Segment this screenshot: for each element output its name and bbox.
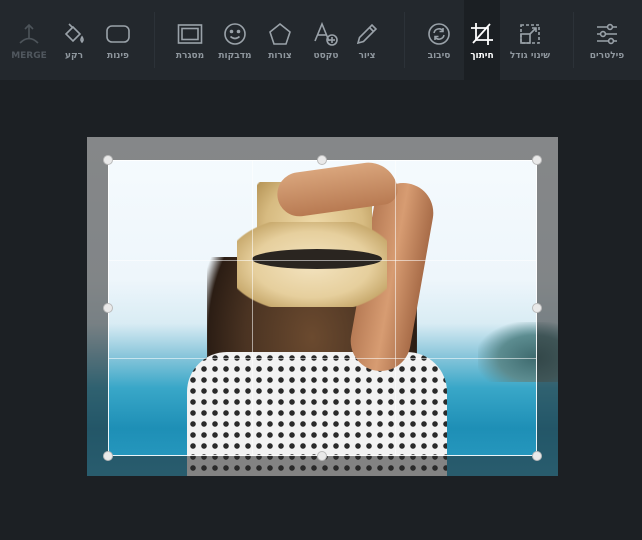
crop-mask-left bbox=[87, 160, 108, 476]
crop-handle-left[interactable] bbox=[103, 303, 113, 313]
tool-stickers-label: מדבקות bbox=[218, 51, 252, 61]
crop-handle-bottom-left[interactable] bbox=[103, 451, 113, 461]
tool-filters[interactable]: פילטרים bbox=[580, 0, 634, 80]
toolbar-divider bbox=[154, 12, 155, 68]
tool-resize-label: שינוי גודל bbox=[509, 51, 551, 61]
crop-handle-top-left[interactable] bbox=[103, 155, 113, 165]
frame-icon bbox=[176, 20, 204, 48]
toolbar-divider bbox=[404, 12, 405, 68]
rounded-corners-icon bbox=[104, 20, 132, 48]
toolbar-divider bbox=[573, 12, 574, 68]
tool-draw[interactable]: ציור bbox=[348, 0, 386, 80]
tool-text[interactable]: טקסט bbox=[306, 0, 346, 80]
tool-frames-label: מסגרת bbox=[175, 51, 205, 61]
tool-text-label: טקסט bbox=[313, 51, 339, 61]
tool-shapes[interactable]: צורות bbox=[262, 0, 298, 80]
grid-line bbox=[395, 161, 396, 455]
grid-line bbox=[252, 161, 253, 455]
crop-handle-right[interactable] bbox=[532, 303, 542, 313]
crop-handle-bottom-right[interactable] bbox=[532, 451, 542, 461]
grid-line bbox=[109, 260, 536, 261]
tool-shapes-label: צורות bbox=[268, 51, 292, 61]
crop-mask-right bbox=[537, 160, 558, 476]
crop-handle-bottom[interactable] bbox=[317, 451, 327, 461]
tool-filters-label: פילטרים bbox=[589, 51, 625, 61]
grid-line bbox=[109, 358, 536, 359]
tool-merge-label: MERGE bbox=[11, 51, 47, 61]
tool-merge[interactable]: MERGE bbox=[8, 0, 50, 80]
crop-handle-top-right[interactable] bbox=[532, 155, 542, 165]
tool-resize[interactable]: שינוי גודל bbox=[500, 0, 560, 80]
tool-rotate-label: סיבוב bbox=[427, 51, 451, 61]
tool-draw-label: ציור bbox=[358, 51, 376, 61]
tool-frames[interactable]: מסגרת bbox=[170, 0, 210, 80]
paint-bucket-icon bbox=[60, 20, 88, 48]
tool-crop-label: חיתוך bbox=[470, 51, 494, 61]
tool-stickers[interactable]: מדבקות bbox=[214, 0, 256, 80]
smiley-icon bbox=[221, 20, 249, 48]
merge-icon bbox=[15, 20, 43, 48]
crop-icon bbox=[468, 20, 496, 48]
sliders-icon bbox=[593, 20, 621, 48]
crop-box[interactable] bbox=[108, 160, 537, 456]
tool-corners[interactable]: פינות bbox=[100, 0, 136, 80]
tool-rotate[interactable]: סיבוב bbox=[418, 0, 460, 80]
pencil-icon bbox=[353, 20, 381, 48]
add-text-icon bbox=[312, 20, 340, 48]
rotate-icon bbox=[425, 20, 453, 48]
toolbar: פילטרים שינוי גודל חיתוך סיבוב ציור טקסט… bbox=[0, 0, 642, 80]
resize-icon bbox=[516, 20, 544, 48]
tool-corners-label: פינות bbox=[107, 51, 129, 61]
crop-handle-top[interactable] bbox=[317, 155, 327, 165]
tool-background[interactable]: רקע bbox=[56, 0, 92, 80]
tool-crop[interactable]: חיתוך bbox=[464, 0, 500, 80]
pentagon-icon bbox=[266, 20, 294, 48]
canvas-area bbox=[0, 80, 642, 540]
tool-background-label: רקע bbox=[64, 51, 84, 61]
